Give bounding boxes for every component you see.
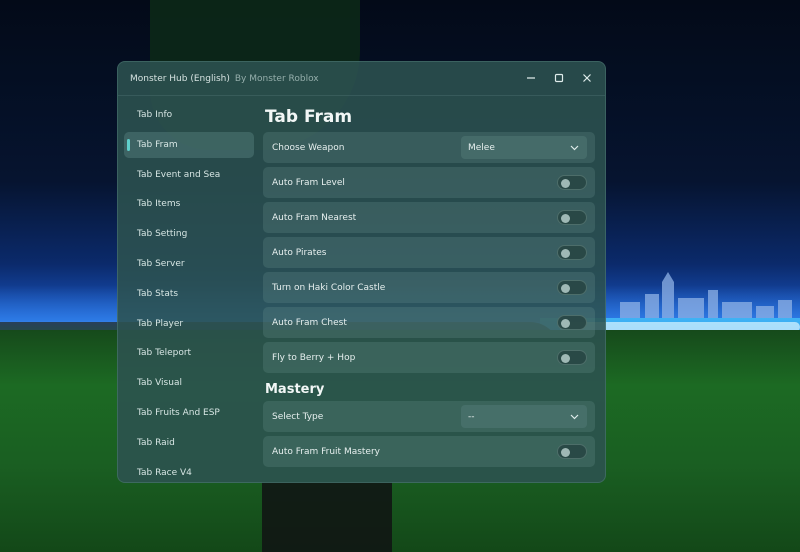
sidebar-item-fruits-and-esp[interactable]: Tab Fruits And ESP — [124, 400, 254, 426]
toggle-knob — [561, 248, 570, 258]
auto-fram-nearest-toggle[interactable] — [557, 210, 587, 225]
sidebar-item-stats[interactable]: Tab Stats — [124, 281, 254, 307]
toggle-row-auto-fram-nearest: Auto Fram Nearest — [263, 202, 595, 233]
toggle-label: Auto Fram Chest — [272, 317, 347, 328]
sidebar-item-server[interactable]: Tab Server — [124, 251, 254, 277]
auto-fram-fruit-mastery-toggle[interactable] — [557, 444, 587, 459]
maximize-icon — [554, 73, 564, 83]
sidebar-item-label: Tab Teleport — [137, 348, 192, 359]
maximize-button[interactable] — [547, 66, 571, 90]
sidebar-item-info[interactable]: Tab Info — [124, 102, 254, 128]
sidebar-item-player[interactable]: Tab Player — [124, 311, 254, 337]
hub-window: Monster Hub (English) By Monster Roblox … — [117, 61, 606, 483]
sidebar-item-label: Tab Info — [137, 110, 173, 120]
choose-weapon-row: Choose Weapon Melee — [263, 132, 595, 163]
toggle-row-auto-fram-fruit-mastery: Auto Fram Fruit Mastery — [263, 436, 595, 467]
toggle-label: Auto Fram Level — [272, 177, 345, 188]
select-type-dropdown[interactable]: -- — [461, 405, 587, 428]
dropdown-value: -- — [468, 411, 475, 422]
page-title: Tab Fram — [265, 107, 353, 127]
auto-fram-level-toggle[interactable] — [557, 175, 587, 190]
sidebar-item-label: Tab Stats — [137, 288, 179, 299]
sidebar-item-label: Tab Race V4 — [137, 467, 192, 478]
toggle-label: Turn on Haki Color Castle — [272, 282, 386, 293]
dropdown-value: Melee — [468, 142, 495, 153]
player-avatar — [262, 482, 392, 552]
haki-color-castle-toggle[interactable] — [557, 280, 587, 295]
sidebar-item-label: Tab Visual — [137, 378, 182, 389]
title-divider — [118, 95, 605, 96]
select-type-label: Select Type — [272, 411, 324, 422]
sidebar-item-fram[interactable]: Tab Fram — [124, 131, 254, 158]
choose-weapon-label: Choose Weapon — [272, 142, 345, 153]
sidebar-item-visual[interactable]: Tab Visual — [124, 370, 254, 396]
choose-weapon-dropdown[interactable]: Melee — [461, 136, 587, 159]
toggle-knob — [561, 213, 570, 223]
toggle-label: Auto Fram Nearest — [272, 212, 357, 223]
title-bar[interactable]: Monster Hub (English) By Monster Roblox — [118, 62, 605, 95]
toggle-label: Auto Fram Fruit Mastery — [272, 446, 380, 457]
toggle-row-fly-to-berry-hop: Fly to Berry + Hop — [263, 342, 595, 373]
sidebar-item-teleport[interactable]: Tab Teleport — [124, 340, 254, 366]
select-type-row: Select Type -- — [263, 401, 595, 432]
window-controls — [519, 66, 599, 90]
minimize-icon — [527, 77, 535, 79]
toggle-row-auto-fram-chest: Auto Fram Chest — [263, 307, 595, 338]
sidebar-item-raid[interactable]: Tab Raid — [124, 430, 254, 456]
sidebar-item-label: Tab Event and Sea — [137, 169, 221, 180]
toggle-label: Fly to Berry + Hop — [272, 352, 356, 363]
window-subtitle: By Monster Roblox — [234, 73, 319, 84]
sidebar-item-event-and-sea[interactable]: Tab Event and Sea — [124, 162, 254, 188]
sidebar-item-label: Tab Fram — [137, 139, 178, 150]
toggle-knob — [561, 447, 570, 457]
minimize-button[interactable] — [519, 66, 543, 90]
sidebar-item-label: Tab Raid — [137, 437, 175, 448]
sidebar: Tab Info Tab Fram Tab Event and Sea Tab … — [124, 102, 254, 482]
sidebar-item-race-v4[interactable]: Tab Race V4 — [124, 460, 254, 482]
sidebar-item-label: Tab Setting — [137, 229, 188, 240]
toggle-row-auto-pirates: Auto Pirates — [263, 237, 595, 268]
toggle-knob — [561, 283, 570, 293]
toggle-knob — [561, 318, 570, 328]
close-button[interactable] — [575, 66, 599, 90]
sidebar-item-items[interactable]: Tab Items — [124, 191, 254, 217]
toggle-label: Auto Pirates — [272, 247, 327, 258]
toggle-knob — [561, 178, 570, 188]
sidebar-item-label: Tab Fruits And ESP — [137, 407, 220, 418]
main-panel: Tab Fram Choose Weapon Melee Auto Fram L… — [263, 102, 595, 482]
sidebar-item-label: Tab Player — [137, 318, 184, 329]
toggle-knob — [561, 353, 570, 363]
toggle-row-auto-fram-level: Auto Fram Level — [263, 167, 595, 198]
window-title: Monster Hub (English) — [130, 73, 230, 84]
fly-to-berry-hop-toggle[interactable] — [557, 350, 587, 365]
chevron-down-icon — [570, 414, 579, 420]
sidebar-item-label: Tab Items — [137, 199, 181, 210]
sidebar-item-setting[interactable]: Tab Setting — [124, 221, 254, 247]
mastery-heading: Mastery — [265, 381, 325, 397]
toggle-row-haki-color-castle: Turn on Haki Color Castle — [263, 272, 595, 303]
sidebar-item-label: Tab Server — [137, 258, 185, 269]
auto-pirates-toggle[interactable] — [557, 245, 587, 260]
auto-fram-chest-toggle[interactable] — [557, 315, 587, 330]
close-icon — [583, 74, 591, 82]
chevron-down-icon — [570, 145, 579, 151]
